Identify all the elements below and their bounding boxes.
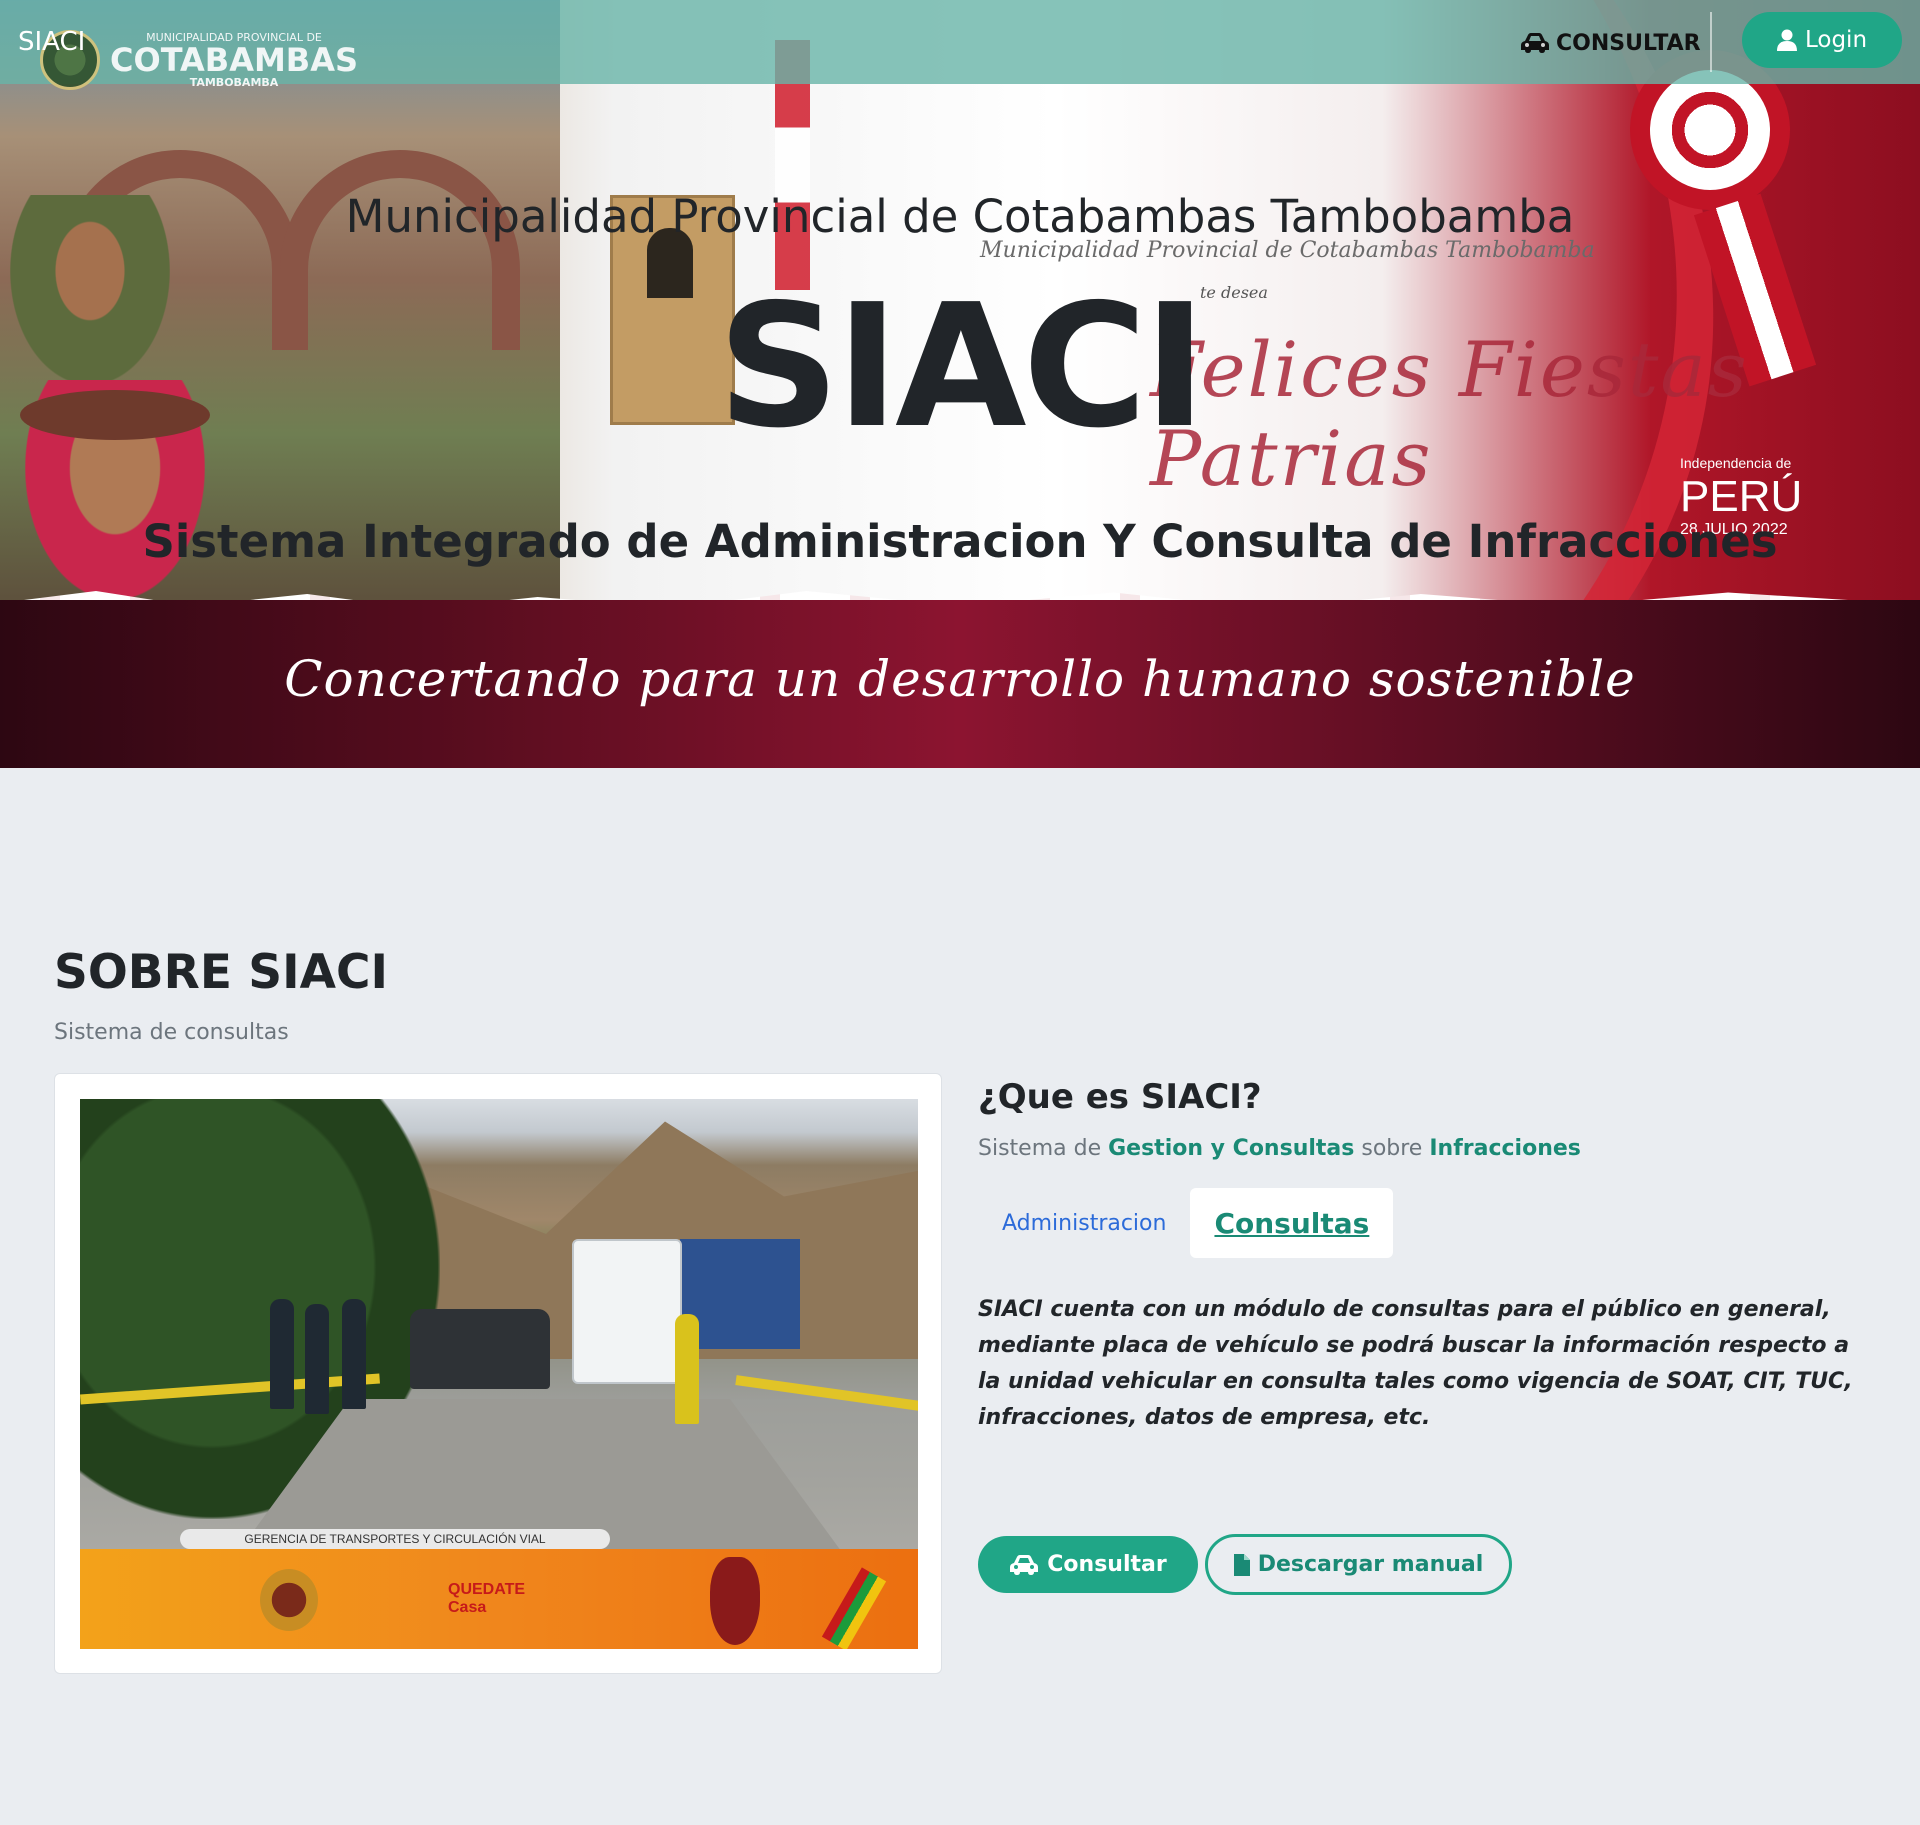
desc-highlight-gestion: Gestion y Consultas: [1108, 1136, 1355, 1161]
photo-truck-cab: [572, 1239, 682, 1384]
checkpoint-photo: GERENCIA DE TRANSPORTES Y CIRCULACIÓN VI…: [80, 1099, 918, 1649]
what-is-title: ¿Que es SIACI?: [978, 1077, 1262, 1117]
consultar-button-label: Consultar: [1047, 1552, 1167, 1577]
car-icon: [1009, 1554, 1039, 1576]
file-icon: [1233, 1553, 1250, 1576]
tab-bar: Administracion Consultas: [978, 1188, 1394, 1258]
logo-text: MUNICIPALIDAD PROVINCIAL DE COTABAMBAS T…: [110, 31, 358, 89]
photo-person: [675, 1314, 699, 1424]
navbar-divider: [1710, 12, 1712, 72]
navbar: MUNICIPALIDAD PROVINCIAL DE COTABAMBAS T…: [0, 0, 1920, 90]
user-icon: [1776, 29, 1797, 51]
login-label: Login: [1804, 27, 1868, 53]
photo-person: [270, 1299, 294, 1409]
tab-content: SIACI cuenta con un módulo de consultas …: [978, 1297, 1853, 1430]
section-title: SOBRE SIACI: [54, 945, 388, 1000]
photo-suv: [410, 1309, 550, 1389]
hero-municipality-title: Municipalidad Provincial de Cotabambas T…: [345, 190, 1575, 243]
hero-subtitle: Sistema Integrado de Administracion Y Co…: [142, 515, 1778, 568]
hero-title: SIACI: [717, 268, 1206, 466]
login-button[interactable]: Login: [1742, 12, 1902, 68]
photo-banner-label: GERENCIA DE TRANSPORTES Y CIRCULACIÓN VI…: [180, 1529, 610, 1549]
photo-card: GERENCIA DE TRANSPORTES Y CIRCULACIÓN VI…: [54, 1073, 942, 1674]
desc-highlight-infracciones: Infracciones: [1429, 1136, 1581, 1161]
logo-line-2: COTABAMBAS: [110, 41, 358, 79]
desc-middle: sobre: [1361, 1136, 1423, 1161]
section-subtitle: Sistema de consultas: [54, 1020, 289, 1045]
tab-administracion[interactable]: Administracion: [978, 1188, 1190, 1258]
peru-country-text: PERÚ: [1680, 472, 1803, 521]
photo-barrier-right: [735, 1375, 918, 1413]
download-manual-label: Descargar manual: [1257, 1552, 1484, 1577]
municipal-crest-icon: [260, 1569, 318, 1631]
tab-consultas[interactable]: Consultas: [1190, 1188, 1394, 1258]
nav-consultar-label: CONSULTAR: [1556, 30, 1701, 56]
hero-banner: Municipalidad Provincial de Cotabambas T…: [0, 0, 1920, 768]
what-is-description: Sistema de Gestion y Consultas sobre Inf…: [978, 1136, 1581, 1161]
municipality-logo: MUNICIPALIDAD PROVINCIAL DE COTABAMBAS T…: [40, 30, 358, 90]
consultar-button[interactable]: Consultar: [978, 1536, 1198, 1593]
banner-slogan: Concertando para un desarrollo humano so…: [284, 650, 1636, 708]
download-manual-button[interactable]: Descargar manual: [1205, 1534, 1512, 1595]
campaign-logo: [710, 1557, 760, 1645]
quedate-casa-logo: QUEDATE Casa: [448, 1581, 526, 1616]
desc-prefix: Sistema de: [978, 1136, 1102, 1161]
photo-person: [305, 1304, 329, 1414]
peru-independencia-text: Independencia de: [1680, 455, 1792, 471]
nav-consultar-link[interactable]: CONSULTAR: [1520, 26, 1701, 60]
photo-person: [342, 1299, 366, 1409]
brand-link[interactable]: SIACI: [18, 27, 85, 57]
car-icon: [1520, 32, 1550, 54]
